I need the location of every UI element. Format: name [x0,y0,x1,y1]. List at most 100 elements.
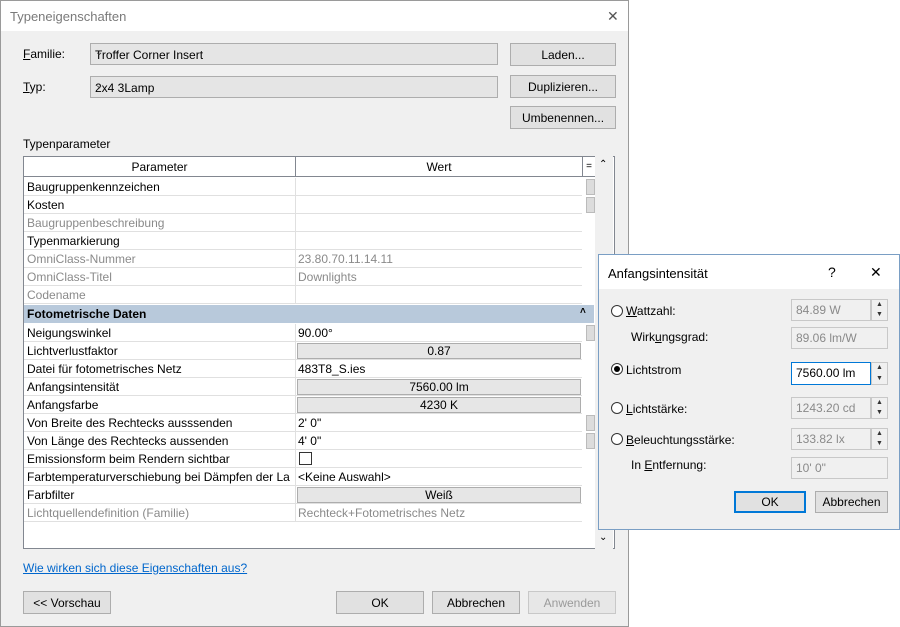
table-row[interactable]: Kosten [24,196,595,214]
lichtstrom-stepper[interactable]: ▲ ▼ [871,362,888,385]
parameter-name: OmniClass-Nummer [27,252,136,266]
vorschau-button[interactable]: << Vorschau [23,591,111,614]
parameter-value[interactable] [295,178,582,195]
table-row[interactable]: Typenmarkierung [24,232,582,250]
lichtstaerke-stepper[interactable]: ▲ ▼ [871,397,888,419]
value-button[interactable]: 0.87 [297,343,581,359]
duplizieren-label: Duplizieren... [527,79,599,94]
parameter-value[interactable]: Downlights [295,268,582,285]
value-button-label: 7560.00 lm [409,380,469,394]
collapse-icon[interactable]: ˄ [580,306,586,317]
table-row[interactable]: Lichtverlustfaktor 0.87 [24,342,582,360]
parameter-value[interactable]: 90.00° [295,324,582,341]
vorschau-label: << Vorschau [33,595,101,610]
table-row[interactable]: Farbfilter Weiß [24,486,582,504]
beleuchtungsstaerke-input[interactable]: 133.82 lx [791,428,871,450]
parameter-value[interactable]: 4' 0" [295,432,582,449]
sub-abbrechen-button[interactable]: Abbrechen [815,491,888,513]
ok-button[interactable]: OK [336,591,424,614]
value-button[interactable]: 7560.00 lm [297,379,581,395]
column-header-wert[interactable]: Wert [296,157,583,177]
anfangsintensitaet-dialog: Anfangsintensität ? ✕ Wattzahl: 84.89 W … [598,254,900,530]
title-bar: Typeneigenschaften ✕ [1,1,628,31]
parameter-value[interactable] [295,232,582,249]
abbrechen-button[interactable]: Abbrechen [432,591,520,614]
table-row[interactable]: Anfangsintensität 7560.00 lm [24,378,582,396]
parameter-value[interactable]: 7560.00 lm [295,378,582,395]
row-scroll-thumb [586,197,595,213]
parameter-value[interactable] [295,214,582,231]
chevron-down-icon: ⌄ [95,47,104,58]
scroll-up-icon[interactable]: ⌃ [599,159,607,170]
lichtstaerke-radio[interactable] [611,402,623,414]
parameter-name: OmniClass-Titel [27,270,112,284]
scroll-down-icon[interactable]: ⌄ [599,532,607,543]
table-row[interactable]: Von Länge des Rechtecks aussenden 4' 0" [24,432,595,450]
entfernung-input[interactable]: 10' 0" [791,457,888,479]
parameter-value-text: <Keine Auswahl> [298,470,391,484]
parameter-name: Lichtquellendefinition (Familie) [27,506,190,520]
laden-button[interactable]: Laden... [510,43,616,66]
parameter-value[interactable] [295,450,582,467]
parameter-value-text: 4' 0" [298,434,322,448]
wattzahl-label: Wattzahl: [626,304,676,318]
table-row[interactable]: Lichtquellendefinition (Familie) Rechteck… [24,504,582,522]
parameter-value[interactable]: Weiß [295,486,582,503]
parameter-value[interactable]: 0.87 [295,342,582,359]
table-row[interactable]: Baugruppenkennzeichen [24,178,595,196]
table-row[interactable]: Codename [24,286,582,304]
parameter-name: Anfangsintensität [27,380,120,394]
parameter-value[interactable]: 4230 K [295,396,582,413]
parameter-value[interactable]: 483T8_S.ies [295,360,582,377]
table-row[interactable]: OmniClass-Titel Downlights [24,268,582,286]
parameter-value[interactable] [295,286,582,303]
lichtstaerke-label: Lichtstärke: [626,402,688,416]
parameter-value[interactable]: 23.80.70.11.14.11 [295,250,582,267]
lichtstrom-input[interactable]: 7560.00 lm [791,362,871,385]
duplizieren-button[interactable]: Duplizieren... [510,75,616,98]
typ-dropdown[interactable]: 2x4 3Lamp ⌄ [90,76,498,98]
help-icon[interactable]: ? [828,264,836,280]
parameter-value[interactable]: 2' 0" [295,414,582,431]
parameter-value[interactable]: <Keine Auswahl> [295,468,582,485]
beleuchtungsstaerke-radio[interactable] [611,433,623,445]
wirkungsgrad-input[interactable]: 89.06 lm/W [791,327,888,349]
wattzahl-input[interactable]: 84.89 W [791,299,871,321]
value-button[interactable]: 4230 K [297,397,581,413]
typ-label: Typ: [23,80,46,94]
parameter-value-text: 23.80.70.11.14.11 [298,252,393,266]
wattzahl-stepper[interactable]: ▲ ▼ [871,299,888,321]
parameter-value[interactable] [295,196,582,213]
table-row[interactable]: OmniClass-Nummer 23.80.70.11.14.11 [24,250,582,268]
group-header-fotometrische-daten[interactable]: Fotometrische Daten ˄ [24,305,594,323]
parameter-name: Von Breite des Rechtecks ausssenden [27,416,233,430]
collapse-all-icon[interactable]: = [583,157,595,177]
beleuchtungsstaerke-label: Beleuchtungsstärke: [626,433,735,447]
parameter-name: Baugruppenkennzeichen [27,180,160,194]
table-row[interactable]: Datei für fotometrisches Netz 483T8_S.ies [24,360,582,378]
parameter-name: Farbfilter [27,488,75,502]
table-row[interactable]: Neigungswinkel 90.00° [24,324,595,342]
emission-checkbox[interactable] [299,452,312,465]
umbenennen-button[interactable]: Umbenennen... [510,106,616,129]
table-row[interactable]: Von Breite des Rechtecks ausssenden 2' 0" [24,414,595,432]
parameter-value-text: Downlights [298,270,357,284]
lichtstrom-radio[interactable] [611,363,623,375]
anwenden-button[interactable]: Anwenden [528,591,616,614]
parameter-value[interactable]: Rechteck+Fotometrisches Netz [295,504,582,521]
beleuchtungsstaerke-stepper[interactable]: ▲ ▼ [871,428,888,450]
table-row[interactable]: Farbtemperaturverschiebung bei Dämpfen d… [24,468,582,486]
column-header-parameter[interactable]: Parameter [24,157,296,177]
table-row[interactable]: Emissionsform beim Rendern sichtbar [24,450,582,468]
wattzahl-radio[interactable] [611,305,623,317]
table-row[interactable]: Baugruppenbeschreibung [24,214,582,232]
close-icon[interactable]: ✕ [870,264,882,281]
value-button[interactable]: Weiß [297,487,581,503]
value-button-label: 4230 K [419,398,459,412]
table-row[interactable]: Anfangsfarbe 4230 K [24,396,582,414]
help-link[interactable]: Wie wirken sich diese Eigenschaften aus? [23,561,247,575]
sub-ok-button[interactable]: OK [734,491,806,513]
familie-dropdown[interactable]: Troffer Corner Insert ⌄ [90,43,498,65]
lichtstaerke-input[interactable]: 1243.20 cd [791,397,871,419]
close-icon[interactable]: ✕ [607,8,619,25]
